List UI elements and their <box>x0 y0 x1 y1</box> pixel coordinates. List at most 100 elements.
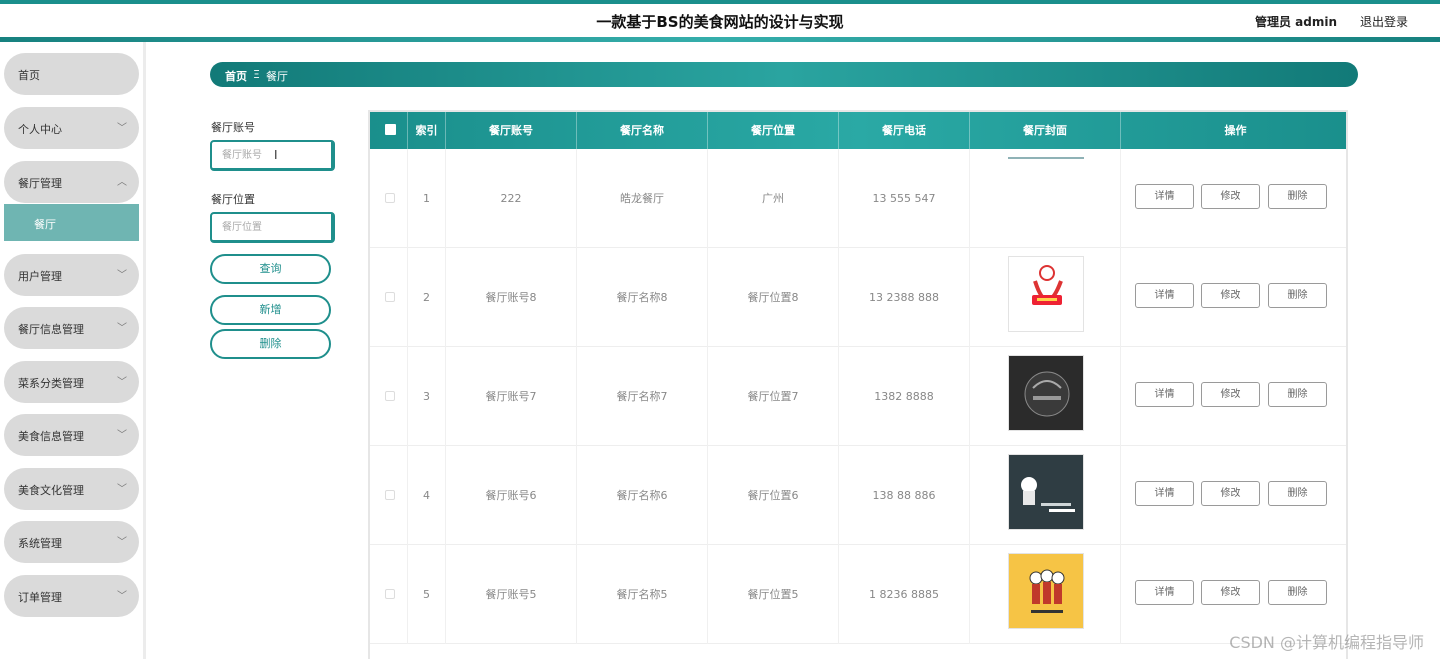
edit-button[interactable]: 修改 <box>1201 283 1260 308</box>
location-cell: 餐厅位置6 <box>708 446 839 545</box>
header-divider <box>0 37 1440 42</box>
account-cell: 222 <box>446 149 577 248</box>
row-checkbox[interactable] <box>385 292 395 302</box>
select-all-checkbox[interactable] <box>385 124 396 135</box>
sidebar-item-home[interactable]: 首页 <box>4 53 139 95</box>
column-header: 操作 <box>1224 124 1247 137</box>
sidebar-item-food-culture[interactable]: 美食文化管理 ﹀ <box>4 468 139 510</box>
sidebar-item-system[interactable]: 系统管理 ﹀ <box>4 521 139 563</box>
sidebar-item-label: 系统管理 <box>18 537 62 550</box>
chevron-down-icon: ﹀ <box>117 123 127 134</box>
table-row: 1 222 皓龙餐厅 广州 13 555 547 详情 修改 删除 <box>370 149 1346 248</box>
sidebar-item-profile[interactable]: 个人中心 ﹀ <box>4 107 139 149</box>
phone-cell: 13 555 547 <box>839 149 970 248</box>
row-check-cell <box>370 149 408 248</box>
delete-button[interactable]: 删除 <box>1268 481 1327 506</box>
phone-cell: 138 88 886 <box>839 446 970 545</box>
chevron-up-icon: ︿ <box>117 177 127 188</box>
chevron-down-icon: ﹀ <box>117 537 127 548</box>
search-button[interactable]: 查询 <box>210 254 331 284</box>
table-row: 2 餐厅账号8 餐厅名称8 餐厅位置8 13 2388 888 详情 修改 删除 <box>370 248 1346 347</box>
breadcrumb: 首页 Ξ 餐厅 <box>210 62 1358 87</box>
sidebar-subitem-restaurant[interactable]: 餐厅 <box>4 204 139 241</box>
csdn-watermark: CSDN @计算机编程指导师 <box>1229 633 1424 652</box>
chevron-down-icon: ﹀ <box>117 377 127 388</box>
batch-delete-button[interactable]: 删除 <box>210 329 331 359</box>
account-filter-label: 餐厅账号 <box>211 121 255 134</box>
slate-chef-logo-image <box>1008 454 1084 530</box>
admin-user-label: 管理员 admin <box>1254 15 1337 29</box>
cover-image-placeholder <box>1008 157 1084 159</box>
sidebar-item-label: 美食文化管理 <box>18 484 84 497</box>
index-cell: 3 <box>408 347 446 446</box>
table-row: 3 餐厅账号7 餐厅名称7 餐厅位置7 1382 8888 详情 修改 删除 <box>370 347 1346 446</box>
sidebar-item-orders[interactable]: 订单管理 ﹀ <box>4 575 139 617</box>
index-cell: 1 <box>408 149 446 248</box>
row-checkbox[interactable] <box>385 391 395 401</box>
detail-button[interactable]: 详情 <box>1135 184 1194 209</box>
delete-button[interactable]: 删除 <box>1268 580 1327 605</box>
phone-cell: 1382 8888 <box>839 347 970 446</box>
chevron-down-icon: ﹀ <box>117 591 127 602</box>
name-cell: 皓龙餐厅 <box>577 149 708 248</box>
row-checkbox[interactable] <box>385 589 395 599</box>
header: 一款基于BS的美食网站的设计与实现 管理员 admin 退出登录 <box>0 4 1440 38</box>
location-cell: 广州 <box>708 149 839 248</box>
sidebar-item-label: 美食信息管理 <box>18 430 84 443</box>
chevron-down-icon: ﹀ <box>117 323 127 334</box>
name-cell: 餐厅名称8 <box>577 248 708 347</box>
detail-button[interactable]: 详情 <box>1135 580 1194 605</box>
select-all-header <box>370 112 408 149</box>
detail-button[interactable]: 详情 <box>1135 283 1194 308</box>
table-row: 5 餐厅账号5 餐厅名称5 餐厅位置5 1 8236 8885 详情 修改 删除 <box>370 545 1346 644</box>
delete-button[interactable]: 删除 <box>1268 382 1327 407</box>
sidebar-item-food-info[interactable]: 美食信息管理 ﹀ <box>4 414 139 456</box>
edit-button[interactable]: 修改 <box>1201 382 1260 407</box>
breadcrumb-separator-icon: Ξ <box>253 68 260 81</box>
account-cell: 餐厅账号8 <box>446 248 577 347</box>
breadcrumb-current: 餐厅 <box>266 70 288 83</box>
table-header: 索引 餐厅账号 餐厅名称 餐厅位置 餐厅电话 餐厅封面 操作 <box>370 112 1346 149</box>
chevron-down-icon: ﹀ <box>117 430 127 441</box>
sidebar-item-label: 个人中心 <box>18 123 62 136</box>
delete-button[interactable]: 删除 <box>1268 283 1327 308</box>
account-search-input[interactable] <box>210 140 335 171</box>
edit-button[interactable]: 修改 <box>1201 580 1260 605</box>
location-search-input[interactable] <box>210 212 335 243</box>
add-button[interactable]: 新增 <box>210 295 331 325</box>
chevron-down-icon: ﹀ <box>117 270 127 281</box>
column-header: 餐厅电话 <box>839 112 970 149</box>
detail-button[interactable]: 详情 <box>1135 382 1194 407</box>
edit-button[interactable]: 修改 <box>1201 481 1260 506</box>
table-row: 4 餐厅账号6 餐厅名称6 餐厅位置6 138 88 886 详情 修改 删除 <box>370 446 1346 545</box>
sidebar-item-users[interactable]: 用户管理 ﹀ <box>4 254 139 296</box>
sidebar-item-label: 菜系分类管理 <box>18 377 84 390</box>
account-cell: 餐厅账号6 <box>446 446 577 545</box>
red-chef-logo-image <box>1008 256 1084 332</box>
location-filter-label: 餐厅位置 <box>211 193 255 206</box>
edit-button[interactable]: 修改 <box>1201 184 1260 209</box>
sidebar-item-restaurant-manage[interactable]: 餐厅管理 ︿ <box>4 161 139 203</box>
delete-button[interactable]: 删除 <box>1268 184 1327 209</box>
yellow-chef-logo-image <box>1008 553 1084 629</box>
detail-button[interactable]: 详情 <box>1135 481 1194 506</box>
sidebar-item-cuisine-category[interactable]: 菜系分类管理 ﹀ <box>4 361 139 403</box>
phone-cell: 13 2388 888 <box>839 248 970 347</box>
sidebar-item-label: 用户管理 <box>18 270 62 283</box>
logout-link[interactable]: 退出登录 <box>1360 13 1408 30</box>
sidebar-item-restaurant-info[interactable]: 餐厅信息管理 ﹀ <box>4 307 139 349</box>
sidebar-item-label: 订单管理 <box>18 591 62 604</box>
column-header: 餐厅封面 <box>970 112 1121 149</box>
sidebar-item-label: 餐厅管理 <box>18 177 62 190</box>
index-cell: 5 <box>408 545 446 644</box>
column-header: 餐厅位置 <box>708 112 839 149</box>
account-cell: 餐厅账号5 <box>446 545 577 644</box>
row-check-cell <box>370 248 408 347</box>
sidebar: 首页 个人中心 ﹀ 餐厅管理 ︿ 餐厅 用户管理 ﹀ 餐厅信息管理 ﹀ 菜系分类管理 ﹀ … <box>0 42 146 659</box>
sidebar-subitem-label: 餐厅 <box>34 218 56 231</box>
breadcrumb-home[interactable]: 首页 <box>225 68 247 84</box>
row-checkbox[interactable] <box>385 490 395 500</box>
name-cell: 餐厅名称5 <box>577 545 708 644</box>
sidebar-item-label: 首页 <box>18 69 40 82</box>
row-checkbox[interactable] <box>385 193 395 203</box>
